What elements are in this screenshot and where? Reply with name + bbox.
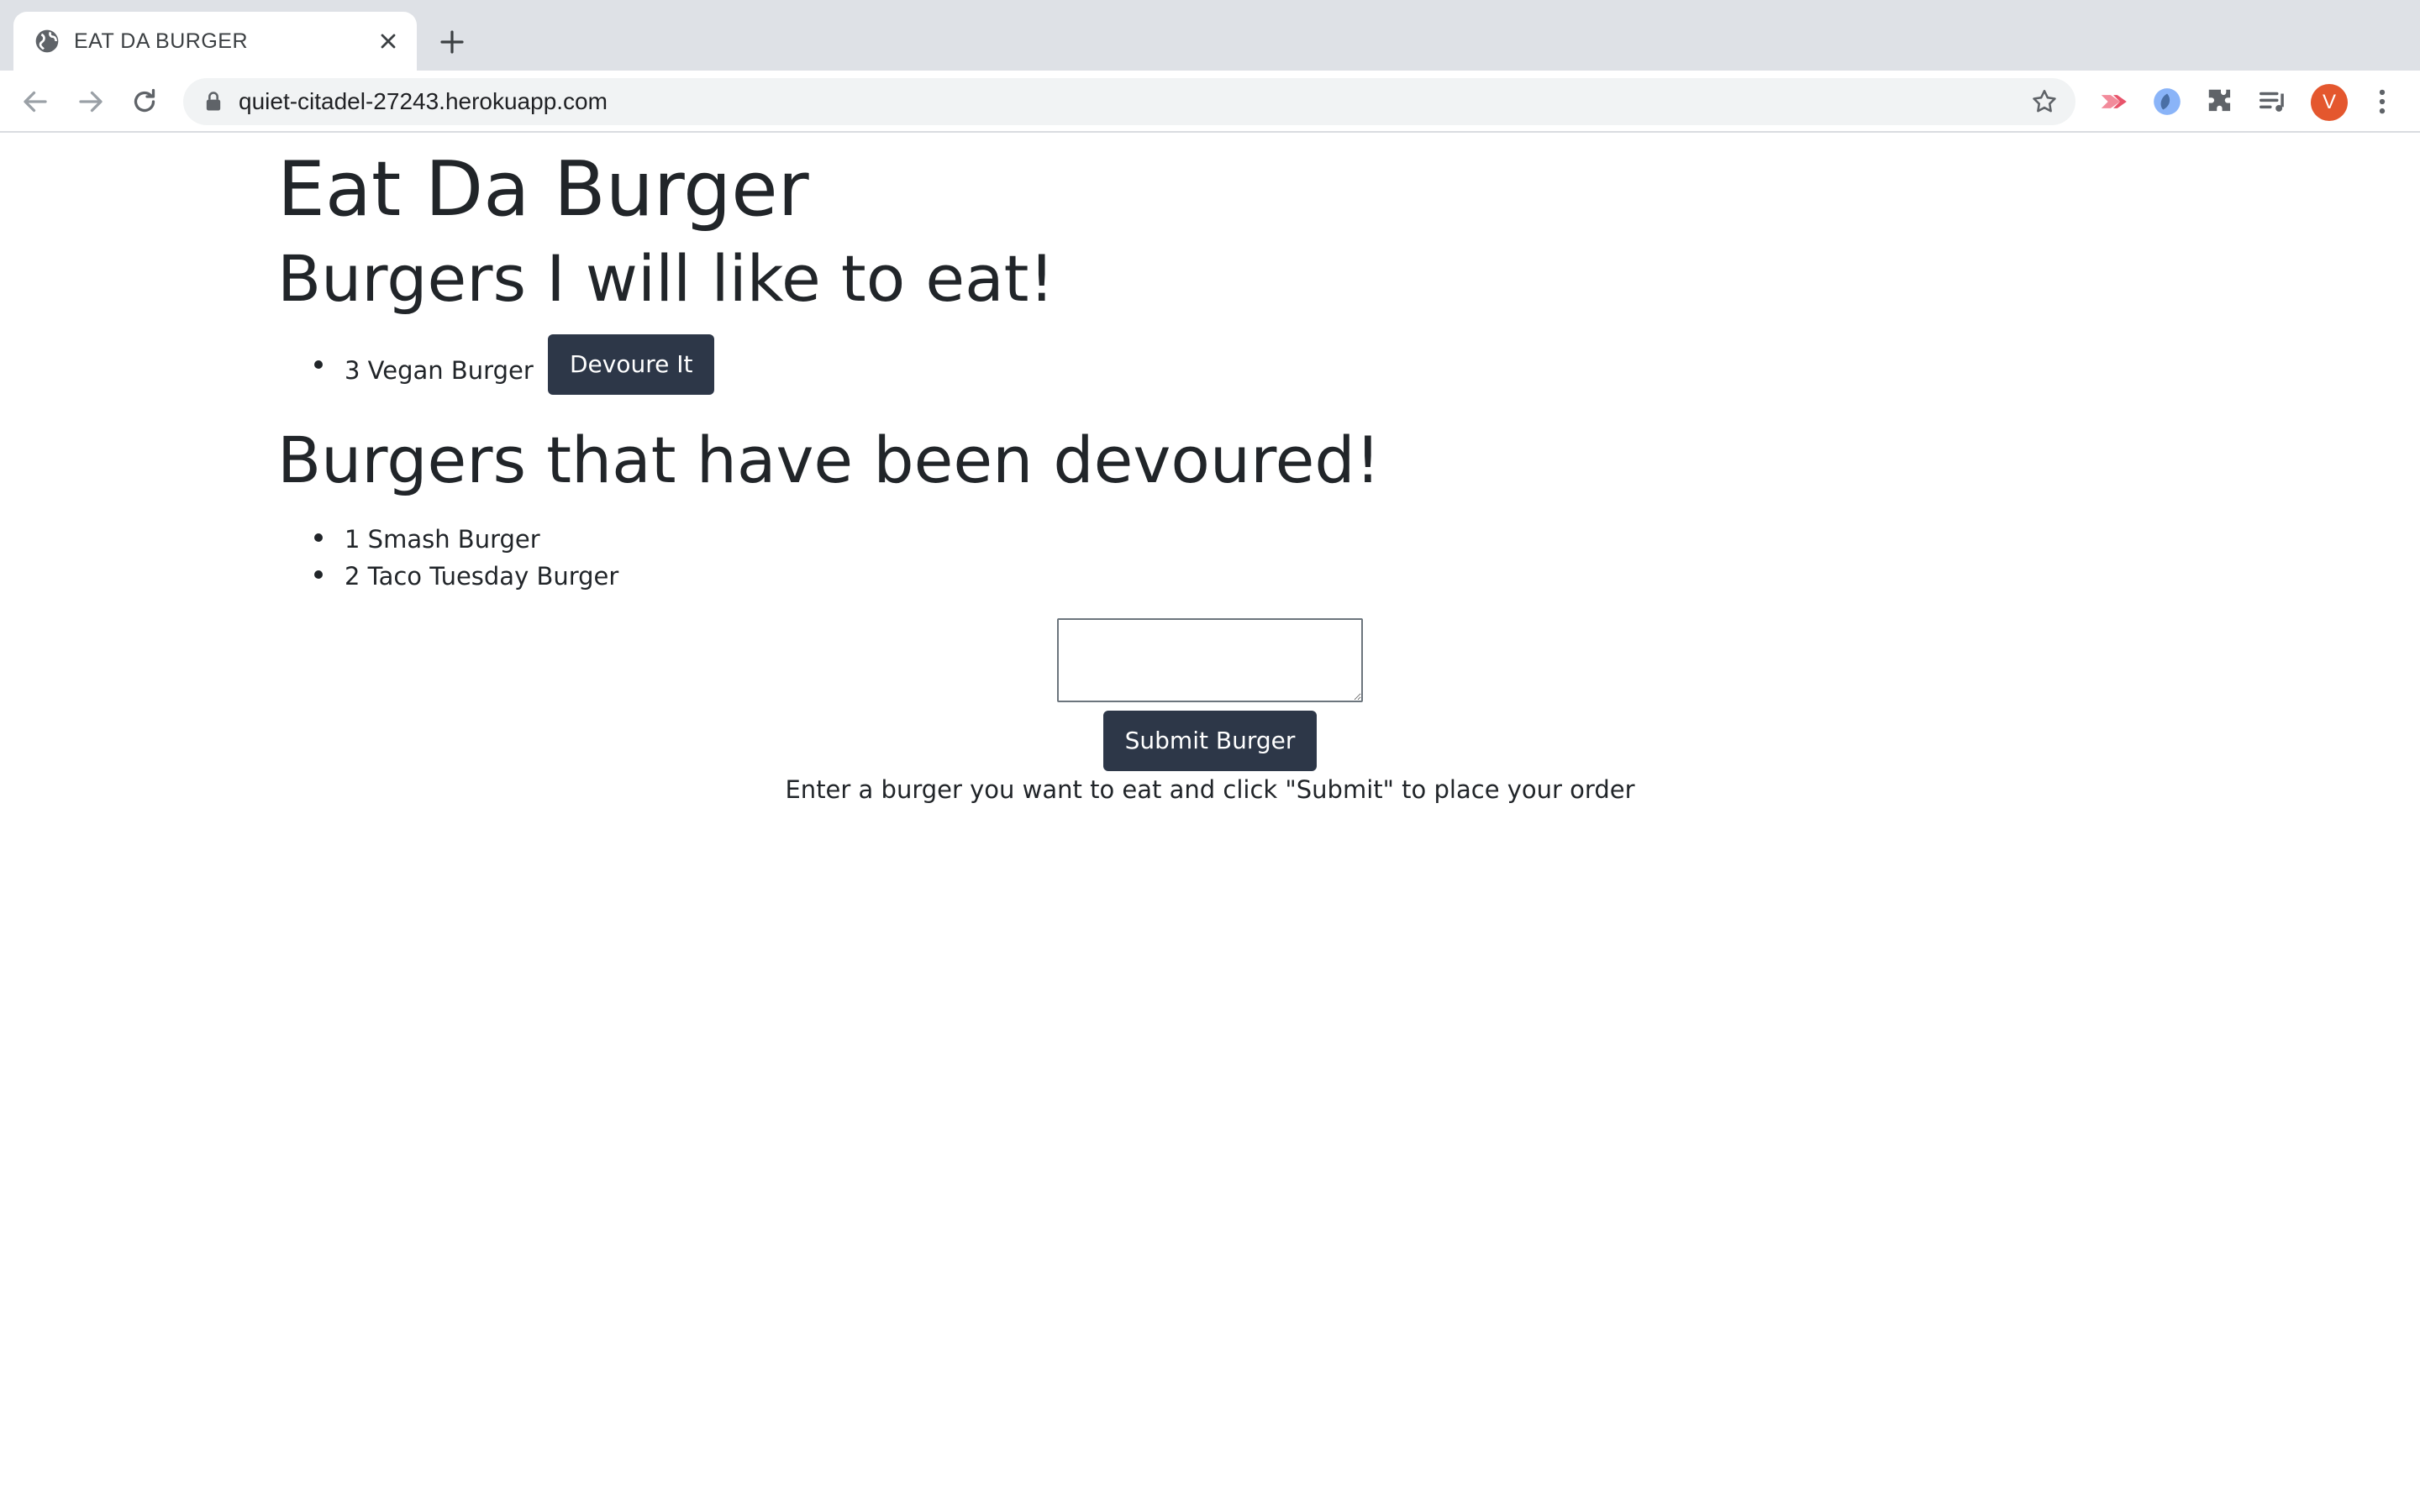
list-item: 3 Vegan Burger Devoure It	[277, 334, 715, 395]
bullet-icon	[314, 570, 323, 579]
plus-icon[interactable]	[439, 29, 466, 55]
browser-tab[interactable]: EAT DA BURGER	[13, 12, 417, 71]
list-item: 2 Taco Tuesday Burger	[277, 556, 618, 593]
forward-arrow-icon[interactable]	[76, 87, 106, 117]
burger-form: Submit Burger Enter a burger you want to…	[277, 618, 2143, 806]
tab-title: EAT DA BURGER	[74, 29, 249, 53]
to-eat-list: 3 Vegan Burger Devoure It	[277, 334, 715, 395]
devour-button[interactable]: Devoure It	[547, 334, 715, 395]
burger-name: 3 Vegan Burger	[345, 356, 534, 385]
bullet-icon	[314, 360, 323, 369]
puzzle-icon[interactable]	[2205, 86, 2237, 118]
globe-icon	[35, 29, 59, 53]
burger-name: 1 Smash Burger	[345, 525, 540, 554]
profile-avatar[interactable]: V	[2311, 84, 2348, 121]
browser-toolbar: quiet-citadel-27243.herokuapp.com V	[0, 71, 2420, 133]
star-icon[interactable]	[2030, 87, 2059, 116]
close-icon[interactable]	[376, 29, 400, 53]
browser-tabstrip: EAT DA BURGER	[0, 0, 2420, 71]
extension-icon[interactable]	[2151, 86, 2183, 118]
lock-icon[interactable]	[202, 90, 225, 113]
url-text[interactable]: quiet-citadel-27243.herokuapp.com	[239, 78, 608, 125]
burger-name: 2 Taco Tuesday Burger	[345, 562, 619, 591]
helper-text: Enter a burger you want to eat and click…	[785, 775, 1635, 804]
page-title: Eat Da Burger	[277, 145, 809, 234]
to-eat-heading: Burgers I will like to eat!	[277, 241, 1055, 316]
burger-name-input[interactable]	[1057, 618, 1363, 702]
submit-burger-button[interactable]: Submit Burger	[1102, 711, 1318, 771]
back-arrow-icon[interactable]	[20, 87, 50, 117]
kebab-menu-icon[interactable]	[2366, 86, 2398, 118]
devoured-heading: Burgers that have been devoured!	[277, 423, 1381, 497]
bullet-icon	[314, 533, 323, 542]
devoured-list: 1 Smash Burger 2 Taco Tuesday Burger	[277, 519, 618, 593]
list-item: 1 Smash Burger	[277, 519, 618, 556]
media-queue-icon[interactable]	[2257, 86, 2289, 118]
reload-icon[interactable]	[129, 87, 160, 117]
cast-extension-icon[interactable]	[2097, 86, 2129, 118]
address-bar[interactable]: quiet-citadel-27243.herokuapp.com	[183, 78, 2075, 125]
